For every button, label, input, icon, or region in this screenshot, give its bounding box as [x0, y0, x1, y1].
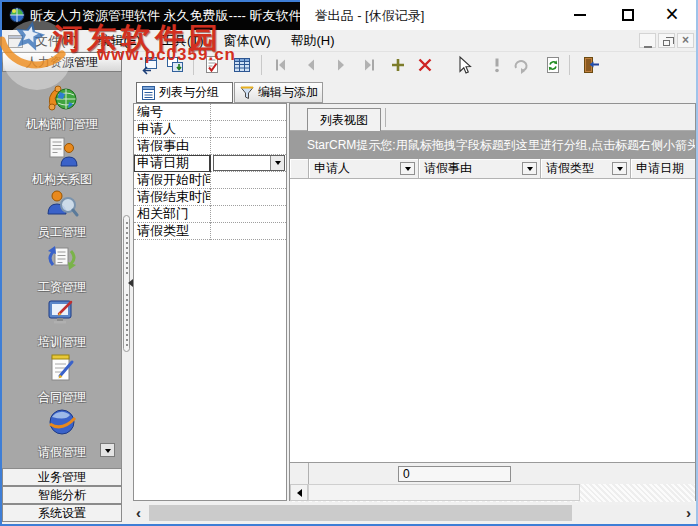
mdi-minimize-button[interactable]	[639, 33, 656, 48]
column-header-date[interactable]: 申请日期	[631, 159, 695, 179]
record-count: 0	[398, 466, 511, 482]
salary-docs-icon[interactable]	[2, 242, 122, 278]
first-record-icon[interactable]	[271, 55, 291, 75]
list-view-tabstrip: 列表视图	[290, 104, 695, 131]
grid-footer: 0	[290, 462, 695, 484]
field-row: 编号	[134, 104, 286, 121]
minimize-button[interactable]	[564, 0, 596, 30]
sidebar-item-org-chart[interactable]: 机构关系图	[2, 171, 122, 188]
tab-edit-add[interactable]: 编辑与添加	[234, 82, 323, 103]
grid-view-icon[interactable]	[232, 55, 252, 75]
last-record-icon[interactable]	[359, 55, 379, 75]
menu-help[interactable]: 帮助(H)	[281, 30, 345, 52]
pointer-icon[interactable]	[453, 55, 473, 75]
title-bar: 昕友人力资源管理软件 永久免费版---- 昕友软件荣誉出品 - [休假记录] ×	[0, 0, 698, 30]
scroll-left-button[interactable]	[290, 484, 308, 501]
application-window: 昕友人力资源管理软件 永久免费版---- 昕友软件荣誉出品 - [休假记录] ×…	[0, 0, 698, 526]
refresh-data-icon[interactable]	[543, 55, 563, 75]
close-button[interactable]: ×	[656, 0, 688, 30]
sidebar-item-contract[interactable]: 合同管理	[2, 389, 122, 406]
field-row: 请假开始时间	[134, 172, 286, 189]
contract-notepad-icon[interactable]	[2, 352, 122, 388]
phone-globe-icon[interactable]	[2, 82, 122, 119]
list-group-icon	[142, 86, 155, 100]
sidebar-item-dropdown[interactable]	[100, 443, 115, 457]
training-monitor-icon[interactable]	[2, 298, 122, 334]
main-scrollbar-thumb[interactable]	[149, 505, 572, 521]
menu-edit[interactable]: 编辑(E)	[88, 30, 151, 52]
sidebar-button-business[interactable]: 业务管理	[2, 468, 122, 486]
employee-search-icon[interactable]	[2, 188, 122, 224]
leave-globe-icon[interactable]	[2, 406, 122, 442]
grid-horizontal-scrollbar[interactable]	[290, 484, 695, 502]
mdi-close-button[interactable]: ×	[677, 33, 694, 48]
column-header-reason[interactable]: 请假事由	[419, 159, 541, 179]
grid-scrollbar-thumb[interactable]	[308, 484, 580, 501]
group-by-hint-bar: StarCRM提示您:用鼠标拖拽字段标题到这里进行分组,点击标题右侧小箭头	[290, 131, 695, 159]
menu-tools[interactable]: 工具(T)	[151, 30, 214, 52]
window-border	[0, 0, 2, 526]
fields-panel: 编号 申请人 请假事由 申请日期 请假开始时间 请假结束时间 相关部门 请假类型	[133, 103, 287, 501]
tab-list-view[interactable]: 列表视图	[307, 108, 381, 131]
menu-items: 文件(F) 编辑(E) 工具(T) 窗体(W) 帮助(H)	[25, 30, 345, 52]
sidebar-header[interactable]: 人力资源管理	[2, 52, 122, 72]
save-layout-icon[interactable]	[165, 55, 185, 75]
app-icon	[9, 7, 25, 23]
column-filter-icon[interactable]	[522, 162, 537, 175]
edit-record-icon[interactable]	[202, 55, 222, 75]
sidebar: 机构部门管理 机构关系图 员工管理 工资管理 培训管理 合同管理 请假管理	[2, 72, 122, 468]
column-header-type[interactable]: 请假类型	[541, 159, 631, 179]
sidebar-item-training[interactable]: 培训管理	[2, 334, 122, 351]
grid-header-row: 申请人 请假事由 请假类型 申请日期	[290, 159, 695, 179]
list-view-panel: 列表视图 StarCRM提示您:用鼠标拖拽字段标题到这里进行分组,点击标题右侧小…	[289, 103, 696, 501]
add-record-icon[interactable]	[388, 55, 408, 75]
sidebar-item-org-dept[interactable]: 机构部门管理	[2, 116, 122, 133]
sidebar-button-settings[interactable]: 系统设置	[2, 504, 122, 522]
grid-indicator-column	[290, 159, 309, 179]
edit-add-icon	[240, 86, 254, 100]
field-value-combobox[interactable]	[213, 155, 285, 171]
field-row: 申请人	[134, 121, 286, 138]
window-border	[0, 0, 300, 2]
scroll-left-icon[interactable]: ‹	[136, 505, 141, 521]
column-header-applicant[interactable]: 申请人	[309, 159, 419, 179]
menu-file[interactable]: 文件(F)	[25, 30, 88, 52]
sidebar-item-salary[interactable]: 工资管理	[2, 279, 122, 296]
sidebar-button-analysis[interactable]: 智能分析	[2, 486, 122, 504]
field-row: 相关部门	[134, 206, 286, 223]
field-row: 请假结束时间	[134, 189, 286, 206]
mdi-restore-button[interactable]	[658, 33, 675, 48]
column-filter-icon[interactable]	[400, 162, 415, 175]
combo-dropdown-icon[interactable]	[270, 156, 284, 170]
scroll-right-icon[interactable]: ›	[686, 505, 691, 521]
window-title: 昕友人力资源管理软件 永久免费版---- 昕友软件荣誉出品 - [休假记录]	[30, 0, 424, 30]
open-form-icon[interactable]	[139, 55, 159, 75]
prev-record-icon[interactable]	[301, 55, 321, 75]
maximize-button[interactable]	[612, 0, 644, 30]
footer-indicator-cell	[290, 463, 309, 484]
delete-record-icon[interactable]	[415, 55, 435, 75]
grid-body[interactable]	[290, 179, 695, 462]
main-horizontal-scrollbar[interactable]: ‹ ›	[133, 505, 696, 521]
org-chart-icon[interactable]	[2, 136, 122, 172]
post-record-icon[interactable]	[487, 55, 507, 75]
sidebar-splitter[interactable]	[123, 78, 131, 523]
menu-window[interactable]: 窗体(W)	[214, 30, 281, 52]
column-filter-icon[interactable]	[612, 162, 627, 175]
exit-icon[interactable]	[581, 55, 601, 75]
undo-icon[interactable]	[511, 55, 531, 75]
field-row: 请假类型	[134, 223, 286, 240]
tab-list-group[interactable]: 列表与分组	[136, 82, 233, 103]
field-row-selected: 申请日期	[134, 155, 286, 172]
mdi-child-icon	[8, 35, 23, 48]
collapse-arrow-icon	[124, 279, 133, 287]
sidebar-item-employee[interactable]: 员工管理	[2, 224, 122, 241]
field-row: 请假事由	[134, 138, 286, 155]
next-record-icon[interactable]	[331, 55, 351, 75]
